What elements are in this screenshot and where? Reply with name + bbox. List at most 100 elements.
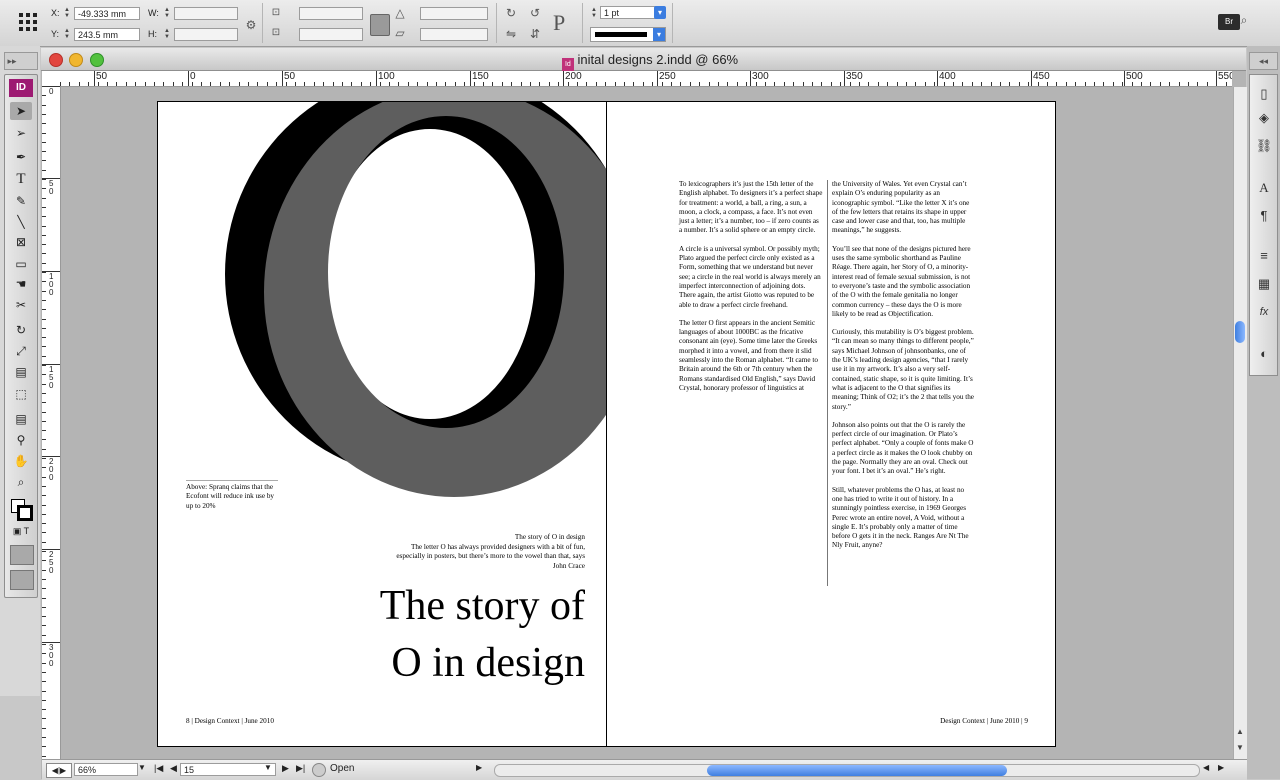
- selection-tool-icon[interactable]: ➤: [10, 102, 32, 120]
- chain-link-icon[interactable]: [370, 14, 390, 36]
- ruler-minor-tick: [239, 82, 240, 86]
- headline-line-1[interactable]: The story of: [318, 579, 585, 633]
- eyedropper-tool-icon[interactable]: ⚲: [10, 431, 32, 449]
- flip-vertical-icon[interactable]: ⇵: [527, 26, 543, 42]
- pen-tool-icon[interactable]: ✒: [10, 148, 32, 166]
- gradient-tool-icon[interactable]: ▤: [10, 363, 32, 381]
- zoom-field[interactable]: 66%: [74, 763, 138, 776]
- body-column-2[interactable]: the University of Wales. Yet even Crysta…: [832, 180, 976, 560]
- scale-x-field[interactable]: [299, 7, 363, 20]
- rotate-cw-icon[interactable]: ↻: [503, 5, 519, 21]
- scroll-left-arrow-icon[interactable]: ◀: [1203, 763, 1209, 772]
- scale-y-field[interactable]: [299, 28, 363, 41]
- type-tool-icon[interactable]: T: [10, 170, 32, 188]
- toggle-view-icon[interactable]: ◀|▶: [46, 763, 72, 778]
- horizontal-scrollbar[interactable]: [494, 764, 1200, 777]
- preflight-menu-icon[interactable]: ▶: [476, 763, 482, 772]
- next-page-icon[interactable]: ▶: [282, 763, 289, 774]
- y-field[interactable]: 243.5 mm: [74, 28, 140, 41]
- hand-tool-icon[interactable]: ✋: [10, 452, 32, 470]
- paragraph-panel-icon[interactable]: ¶: [1255, 207, 1273, 225]
- fill-stroke-swatch-icon[interactable]: [11, 499, 33, 521]
- rectangle-tool-icon[interactable]: ▭: [10, 255, 32, 273]
- ruler-minor-tick: [568, 82, 569, 86]
- ruler-minor-tick: [1000, 82, 1001, 86]
- headline-line-2[interactable]: O in design: [318, 636, 585, 690]
- stroke-weight-field[interactable]: 1 pt: [600, 6, 656, 19]
- free-transform-tool-icon[interactable]: ↻: [10, 321, 32, 339]
- photo-caption[interactable]: Above: Spranq claims that the Ecofont wi…: [186, 483, 278, 511]
- zoom-tool-icon[interactable]: ⌕: [10, 473, 32, 491]
- stroke-weight-dropdown[interactable]: ▾: [654, 6, 666, 19]
- line-tool-icon[interactable]: ╲: [10, 213, 32, 231]
- scroll-down-arrow-icon[interactable]: ▼: [1236, 743, 1244, 752]
- right-folio[interactable]: Design Context | June 2010 | 9: [826, 717, 1028, 726]
- character-panel-icon[interactable]: A: [1255, 179, 1273, 197]
- shear-field[interactable]: [420, 28, 488, 41]
- ruler-minor-tick: [511, 82, 512, 86]
- ruler-minor-tick: [1028, 82, 1029, 86]
- standfirst-title[interactable]: The story of O in design: [358, 533, 585, 542]
- h-stepper[interactable]: ▲ ▼: [163, 28, 171, 41]
- preflight-status[interactable]: Open: [330, 763, 354, 774]
- h-field[interactable]: [174, 28, 238, 41]
- table-panel-icon[interactable]: ▦: [1255, 275, 1273, 293]
- hand-toggle-icon[interactable]: ☚: [10, 275, 32, 293]
- scale-y-icon[interactable]: ⊡: [268, 25, 284, 41]
- ruler-number: 200: [565, 71, 582, 82]
- vertical-scrollbar[interactable]: ▲ ▼: [1233, 87, 1247, 759]
- left-folio[interactable]: 8 | Design Context | June 2010: [186, 717, 386, 726]
- y-stepper[interactable]: ▲ ▼: [63, 28, 71, 41]
- preflight-icon[interactable]: [312, 763, 326, 777]
- direct-selection-tool-icon[interactable]: ➢: [10, 124, 32, 142]
- first-page-icon[interactable]: |◀: [154, 763, 163, 774]
- horizontal-scroll-thumb[interactable]: [707, 765, 1007, 776]
- page-number-field[interactable]: 15: [180, 763, 276, 776]
- constrain-proportions-icon[interactable]: ⚙: [243, 17, 259, 33]
- apply-none-icon[interactable]: [10, 545, 34, 565]
- rotate-ccw-icon[interactable]: ↺: [527, 5, 543, 21]
- x-stepper[interactable]: ▲ ▼: [63, 7, 71, 20]
- effects-panel-icon[interactable]: fx: [1255, 303, 1273, 321]
- minimize-button[interactable]: [69, 53, 83, 67]
- stroke-panel-icon[interactable]: ≡: [1255, 247, 1273, 265]
- vertical-scroll-thumb[interactable]: [1235, 321, 1245, 343]
- stroke-stepper[interactable]: ▲ ▼: [590, 7, 598, 20]
- w-stepper[interactable]: ▲ ▼: [163, 7, 171, 20]
- reference-point-icon[interactable]: [18, 12, 38, 32]
- search-icon[interactable]: ⌕: [1236, 12, 1252, 28]
- w-field[interactable]: [174, 7, 238, 20]
- scale-tool-icon[interactable]: ⤢: [10, 342, 32, 360]
- last-page-icon[interactable]: ▶|: [296, 763, 305, 774]
- zoom-dropdown-icon[interactable]: ▼: [138, 763, 148, 772]
- x-field[interactable]: -49.333 mm: [74, 7, 140, 20]
- shear-icon[interactable]: ▱: [392, 25, 408, 41]
- scroll-up-arrow-icon[interactable]: ▲: [1236, 727, 1244, 736]
- ruler-minor-tick: [42, 718, 46, 719]
- links-panel-icon[interactable]: ⛓: [1255, 137, 1273, 155]
- rotate-icon[interactable]: △: [392, 5, 408, 21]
- body-column-1[interactable]: To lexicographers it’s just the 15th let…: [679, 180, 823, 402]
- rotate-field[interactable]: [420, 7, 488, 20]
- scale-x-icon[interactable]: ⊡: [268, 5, 284, 21]
- pages-panel-icon[interactable]: ▯: [1255, 85, 1273, 103]
- pencil-tool-icon[interactable]: ✎: [10, 192, 32, 210]
- rectangle-frame-tool-icon[interactable]: ⊠: [10, 233, 32, 251]
- stroke-type-select[interactable]: ▾: [590, 27, 666, 42]
- standfirst-body[interactable]: The letter O has always provided designe…: [386, 543, 585, 571]
- view-mode-icon[interactable]: [10, 570, 34, 590]
- scissors-tool-icon[interactable]: ✂: [10, 296, 32, 314]
- layers-panel-icon[interactable]: ◈: [1255, 109, 1273, 127]
- swatches-panel-icon[interactable]: ◐: [1255, 345, 1273, 363]
- note-tool-icon[interactable]: ▤: [10, 410, 32, 428]
- scroll-right-arrow-icon[interactable]: ▶: [1218, 763, 1224, 772]
- close-button[interactable]: [49, 53, 63, 67]
- flip-horizontal-icon[interactable]: ⇋: [503, 26, 519, 42]
- gradient-feather-tool-icon[interactable]: ⬚: [10, 385, 32, 403]
- previous-page-icon[interactable]: ◀: [170, 763, 177, 774]
- formatting-affects-container-icon[interactable]: ▣ T: [10, 522, 32, 540]
- zoom-button[interactable]: [90, 53, 104, 67]
- page-dropdown-icon[interactable]: ▼: [264, 763, 272, 772]
- ruler-minor-tick: [991, 82, 992, 86]
- ruler-number: 1 0 0: [49, 272, 54, 297]
